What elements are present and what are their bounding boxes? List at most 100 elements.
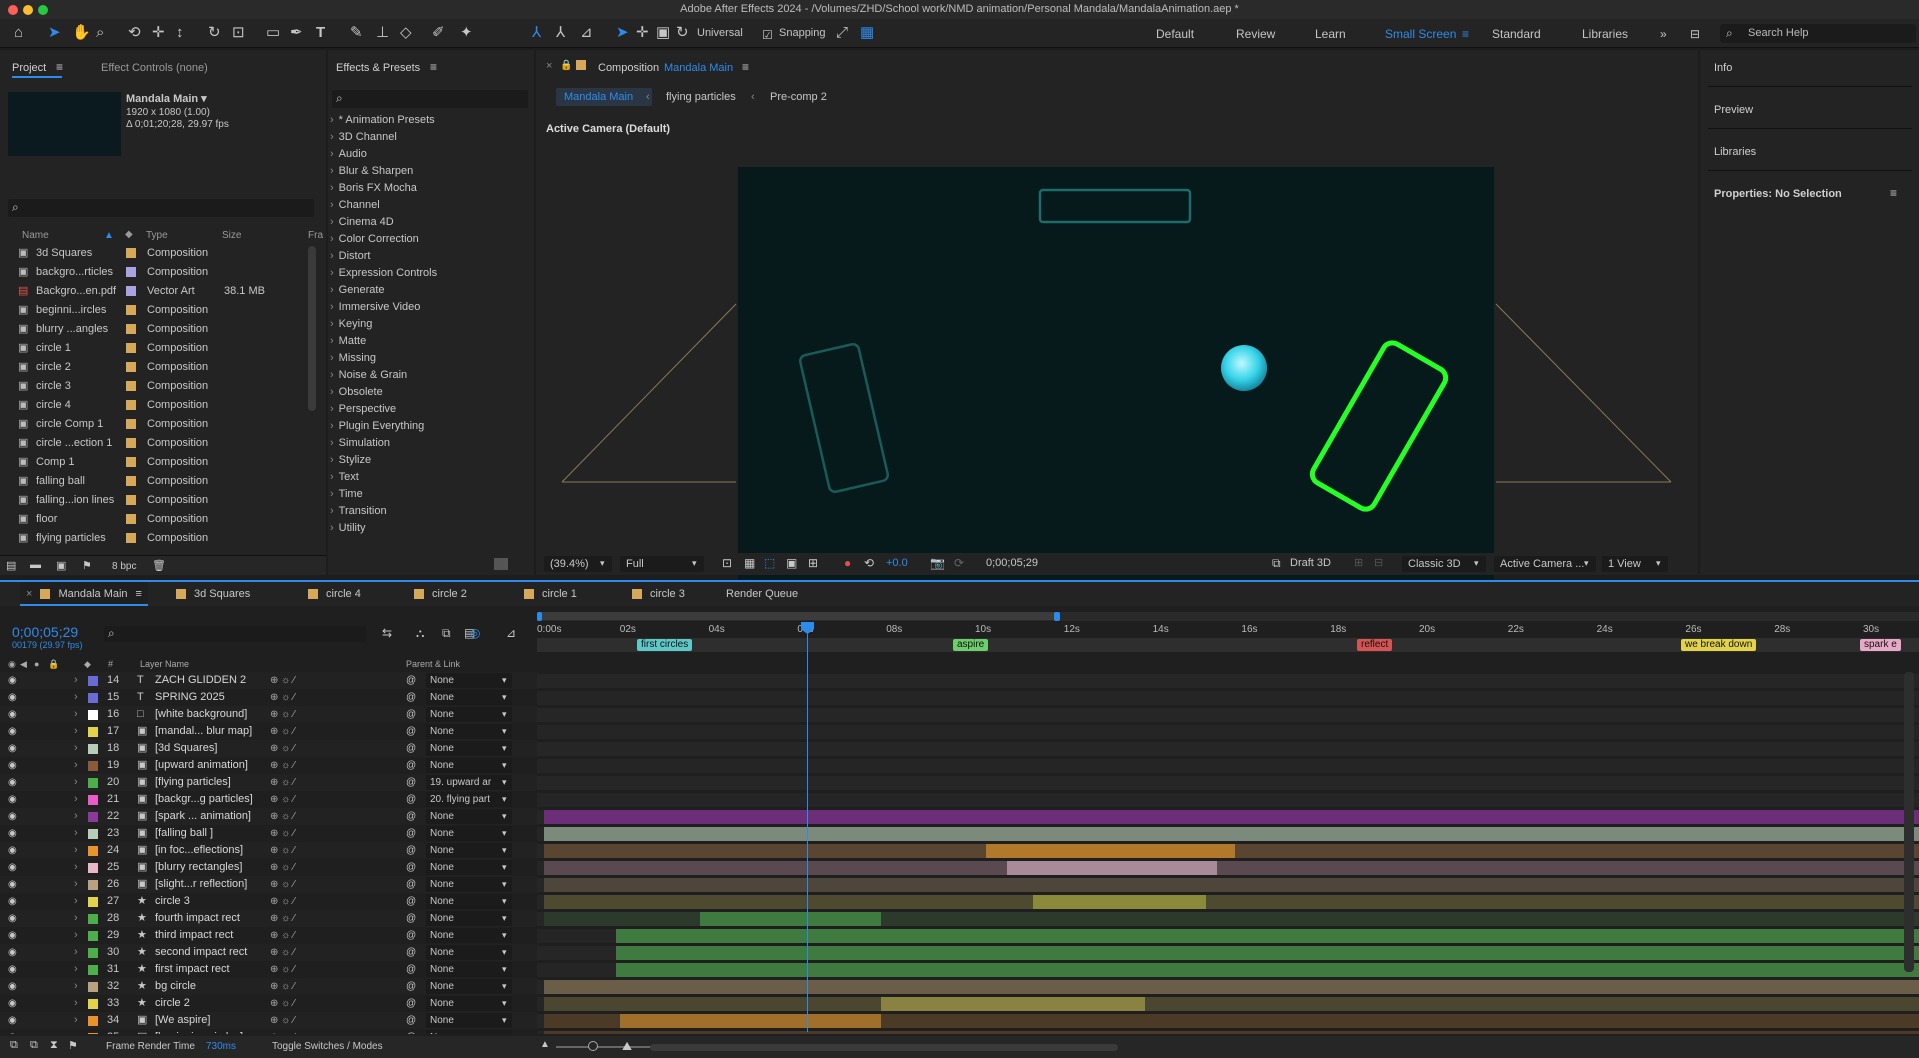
layer-switches-icon[interactable]: ⧉ <box>10 1039 18 1052</box>
comp-marker[interactable]: spark e <box>1860 639 1901 651</box>
zoom-window-button[interactable] <box>38 5 48 15</box>
parent-dropdown[interactable]: None ▾ <box>426 860 512 875</box>
project-item[interactable]: ▣ floor Composition <box>0 510 305 529</box>
layer-row[interactable]: ◉ › 18 ▣ [3d Squares] ⊕ ☼ ⁄ @ None ▾ <box>0 740 537 757</box>
workspace-standard[interactable]: Standard <box>1492 27 1541 41</box>
project-item[interactable]: ▣ backgro...rticles Composition <box>0 263 305 282</box>
layer-name[interactable]: [spark ... animation] <box>155 808 251 825</box>
switches-icon[interactable]: ⊕ ☼ ⁄ <box>270 723 295 740</box>
switches-icon[interactable]: ⊕ ☼ ⁄ <box>270 893 295 910</box>
switches-icon[interactable]: ⊕ ☼ ⁄ <box>270 672 295 689</box>
parent-dropdown[interactable]: None ▾ <box>426 911 512 926</box>
label-color[interactable] <box>126 457 136 467</box>
resolution-dropdown[interactable]: Full ▾ <box>620 556 704 572</box>
breadcrumb-flying-particles[interactable]: flying particles <box>666 91 736 103</box>
switches-icon[interactable]: ⊕ ☼ ⁄ <box>270 944 295 961</box>
expand-arrow-icon[interactable]: › <box>74 791 78 808</box>
layer-name[interactable]: SPRING 2025 <box>155 689 225 706</box>
switches-icon[interactable]: ⊕ ☼ ⁄ <box>270 791 295 808</box>
effect-category[interactable]: › Missing <box>330 350 376 367</box>
label-color[interactable] <box>126 343 136 353</box>
switches-icon[interactable]: ⊕ ☼ ⁄ <box>270 706 295 723</box>
layer-row[interactable]: ◉ › 22 ▣ [spark ... animation] ⊕ ☼ ⁄ @ None ▾ <box>0 808 537 825</box>
visibility-icon[interactable]: ◉ <box>8 910 17 927</box>
label-icon[interactable]: ◆ <box>84 659 91 670</box>
parent-pickwhip-icon[interactable]: @ <box>406 961 416 978</box>
clone-stamp-icon[interactable]: ⊥ <box>376 25 389 41</box>
roto-brush-icon[interactable]: ✐ <box>432 25 445 41</box>
visibility-icon[interactable]: ◉ <box>8 689 17 706</box>
expand-arrow-icon[interactable]: › <box>74 927 78 944</box>
transfer-controls-icon[interactable]: ⧉ <box>30 1039 38 1052</box>
switches-icon[interactable]: ⊕ ☼ ⁄ <box>270 910 295 927</box>
layer-duration-bar[interactable] <box>544 980 1919 994</box>
layer-duration-bar[interactable] <box>537 742 1919 756</box>
layer-duration-bar[interactable] <box>544 895 1919 909</box>
timeline-tab[interactable]: circle 4 <box>302 582 367 606</box>
expand-arrow-icon[interactable]: › <box>74 1012 78 1029</box>
expand-arrow-icon[interactable]: › <box>74 1029 78 1034</box>
draft-3d-label[interactable]: Draft 3D <box>1290 557 1331 569</box>
parent-pickwhip-icon[interactable]: @ <box>406 808 416 825</box>
layer-row[interactable]: ◉ › 35 ▣ [beginning circles] ⊕ ☼ ⁄ @ None ▾ <box>0 1029 537 1034</box>
layer-row[interactable]: ◉ › 23 ▣ [falling ball ] ⊕ ☼ ⁄ @ None ▾ <box>0 825 537 842</box>
switches-icon[interactable]: ⊕ ☼ ⁄ <box>270 978 295 995</box>
layer-duration-bar[interactable] <box>537 793 1919 807</box>
comp-marker[interactable]: first circles <box>637 639 693 651</box>
layer-label-color[interactable] <box>88 863 98 873</box>
parent-dropdown[interactable]: None ▾ <box>426 843 512 858</box>
brush-tool-icon[interactable]: ✎ <box>350 25 363 41</box>
scale-icon[interactable]: ▣ <box>656 25 670 41</box>
panel-preview[interactable]: Preview <box>1714 104 1753 116</box>
layer-name[interactable]: [falling ball ] <box>155 825 213 842</box>
parent-dropdown[interactable]: None ▾ <box>426 945 512 960</box>
expand-arrow-icon[interactable]: › <box>74 672 78 689</box>
comp-marker[interactable]: we break down <box>1681 639 1757 651</box>
project-item[interactable]: ▣ beginni...ircles Composition <box>0 301 305 320</box>
parent-pickwhip-icon[interactable]: @ <box>406 978 416 995</box>
effect-category[interactable]: › Utility <box>330 520 366 537</box>
effect-category[interactable]: › Blur & Sharpen <box>330 163 413 180</box>
tab-project[interactable]: Project <box>12 62 46 74</box>
layer-active-range[interactable] <box>1007 861 1218 875</box>
layer-row[interactable]: ◉ › 27 ★ circle 3 ⊕ ☼ ⁄ @ None ▾ <box>0 893 537 910</box>
parent-pickwhip-icon[interactable]: @ <box>406 927 416 944</box>
parent-pickwhip-icon[interactable]: @ <box>406 706 416 723</box>
switches-icon[interactable]: ⊕ ☼ ⁄ <box>270 927 295 944</box>
local-axis-icon[interactable]: ⅄ <box>532 25 541 41</box>
layer-row[interactable]: ◉ › 28 ★ fourth impact rect ⊕ ☼ ⁄ @ None ▾ <box>0 910 537 927</box>
project-scrollbar[interactable] <box>308 246 316 411</box>
layer-label-color[interactable] <box>88 914 98 924</box>
label-color[interactable] <box>126 514 136 524</box>
rectangle-tool-icon[interactable]: ▭ <box>266 25 280 41</box>
zoom-in-icon[interactable]: ⛰ <box>622 1039 632 1054</box>
layer-row[interactable]: ◉ › 25 ▣ [blurry rectangles] ⊕ ☼ ⁄ @ None ▾ <box>0 859 537 876</box>
layer-duration-bar[interactable] <box>616 929 1919 943</box>
layer-name[interactable]: fourth impact rect <box>155 910 240 927</box>
effect-category[interactable]: › Noise & Grain <box>330 367 407 384</box>
layer-active-range[interactable] <box>620 1014 881 1028</box>
effect-category[interactable]: › Expression Controls <box>330 265 437 282</box>
time-ruler[interactable]: 0:00s02s04s06s08s10s12s14s16s18s20s22s24… <box>537 622 1919 638</box>
pen-tool-icon[interactable]: ✒ <box>290 25 303 41</box>
layer-row[interactable]: ◉ › 21 ▣ [backgr...g particles] ⊕ ☼ ⁄ @20. fly… <box>0 791 537 808</box>
layer-row[interactable]: ◉ › 34 ▣ [We aspire] ⊕ ☼ ⁄ @ None ▾ <box>0 1012 537 1029</box>
visibility-icon[interactable]: ◉ <box>8 757 17 774</box>
parent-pickwhip-icon[interactable]: @ <box>406 740 416 757</box>
layer-label-color[interactable] <box>88 693 98 703</box>
workspace-libraries[interactable]: Libraries <box>1582 27 1628 41</box>
layer-active-range[interactable] <box>699 912 881 926</box>
label-color[interactable] <box>126 381 136 391</box>
composition-mini-flowchart-icon[interactable]: ⇆ <box>382 626 392 640</box>
label-color[interactable] <box>126 419 136 429</box>
parent-pickwhip-icon[interactable]: @ <box>406 876 416 893</box>
solo-icon[interactable]: ● <box>34 659 39 669</box>
visibility-icon[interactable]: ◉ <box>8 808 17 825</box>
layer-row[interactable]: ◉ › 30 ★ second impact rect ⊕ ☼ ⁄ @ None ▾ <box>0 944 537 961</box>
timeline-tab[interactable]: circle 1 <box>518 582 583 606</box>
label-color[interactable] <box>126 476 136 486</box>
grid-options-icon[interactable]: ⊞ <box>808 556 818 570</box>
label-color[interactable] <box>126 305 136 315</box>
mask-visibility-icon[interactable]: ⬚ <box>764 556 775 570</box>
label-color[interactable] <box>126 286 136 296</box>
